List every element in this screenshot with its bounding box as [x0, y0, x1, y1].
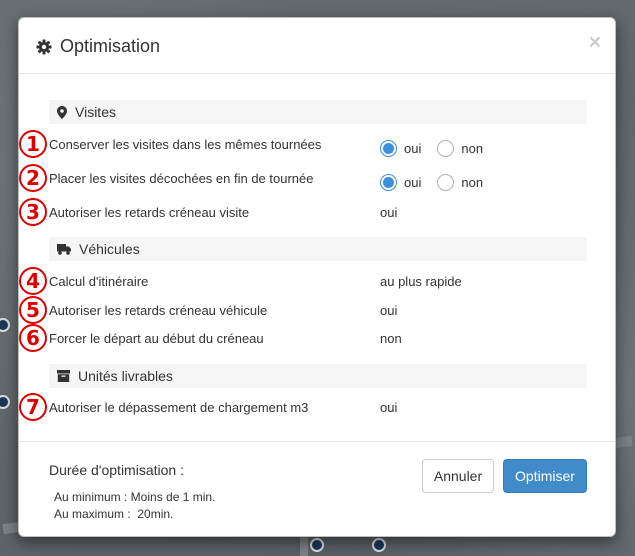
section-unites-livrables-label: Unités livrables — [78, 368, 173, 384]
modal-title-text: Optimisation — [60, 36, 161, 56]
row-depassement-chargement-label: Autoriser le dépassement de chargement m… — [49, 400, 309, 415]
modal-footer: Durée d'optimisation : Au minimum : Moin… — [19, 441, 615, 536]
row-retards-visite-label: Autoriser les retards créneau visite — [49, 205, 250, 220]
map-pin — [372, 538, 386, 552]
radio-oui-label: oui — [404, 175, 422, 190]
section-unites-livrables: Unités livrables — [49, 364, 587, 388]
row-forcer-depart-label: Forcer le départ au début du créneau — [49, 331, 264, 346]
duration-maximum: Au maximum : 20min. — [54, 507, 174, 521]
row-conserver-visites-label: Conserver les visites dans les mêmes tou… — [49, 137, 322, 152]
annotation-number: 5 — [19, 296, 47, 324]
row-placer-visites-label: Placer les visites décochées en fin de t… — [49, 171, 314, 186]
map-marker-icon — [57, 105, 67, 119]
row-forcer-depart-value: non — [380, 331, 402, 346]
modal-header: Optimisation × — [19, 18, 615, 74]
radio-group-conserver-visites: oui non — [380, 140, 499, 157]
duration-minimum: Au minimum : Moins de 1 min. — [54, 490, 216, 504]
map-pin — [310, 538, 324, 552]
radio-oui-selected[interactable] — [380, 140, 397, 157]
annotation-number: 6 — [19, 324, 47, 352]
radio-non-label: non — [461, 141, 484, 156]
truck-icon — [57, 243, 71, 255]
radio-non[interactable] — [437, 174, 455, 191]
row-depassement-chargement-value: oui — [380, 400, 398, 415]
annotation-number: 2 — [19, 164, 47, 192]
row-retards-vehicule-value: oui — [380, 303, 398, 318]
map-pin — [0, 318, 10, 332]
radio-group-placer-visites: oui non — [380, 174, 499, 191]
cancel-button[interactable]: Annuler — [422, 459, 494, 493]
map-pin — [0, 395, 10, 409]
optimiser-button[interactable]: Optimiser — [503, 459, 587, 493]
row-calcul-itineraire-value: au plus rapide — [380, 274, 462, 289]
radio-oui-selected[interactable] — [380, 174, 397, 191]
archive-box-icon — [57, 370, 70, 382]
row-retards-visite-value: oui — [380, 205, 398, 220]
section-vehicules: Véhicules — [49, 237, 587, 261]
optimisation-duration-title: Durée d'optimisation : — [49, 462, 184, 478]
row-calcul-itineraire-label: Calcul d'itinéraire — [49, 274, 149, 289]
section-vehicules-label: Véhicules — [79, 241, 140, 257]
radio-non-label: non — [461, 175, 484, 190]
radio-oui-label: oui — [404, 141, 422, 156]
section-visites: Visites — [49, 100, 587, 124]
annotation-number: 3 — [19, 198, 47, 226]
row-retards-vehicule-label: Autoriser les retards créneau véhicule — [49, 303, 268, 318]
modal-title: Optimisation — [36, 36, 160, 57]
gear-icon — [36, 39, 52, 54]
annotation-number: 1 — [19, 130, 47, 158]
optimisation-modal: Optimisation × Visites 1 Conserver les v… — [18, 17, 616, 537]
annotation-number: 4 — [19, 267, 47, 295]
section-visites-label: Visites — [75, 104, 116, 120]
annotation-number: 7 — [19, 393, 47, 421]
radio-non[interactable] — [437, 140, 455, 157]
close-button[interactable]: × — [589, 31, 601, 55]
